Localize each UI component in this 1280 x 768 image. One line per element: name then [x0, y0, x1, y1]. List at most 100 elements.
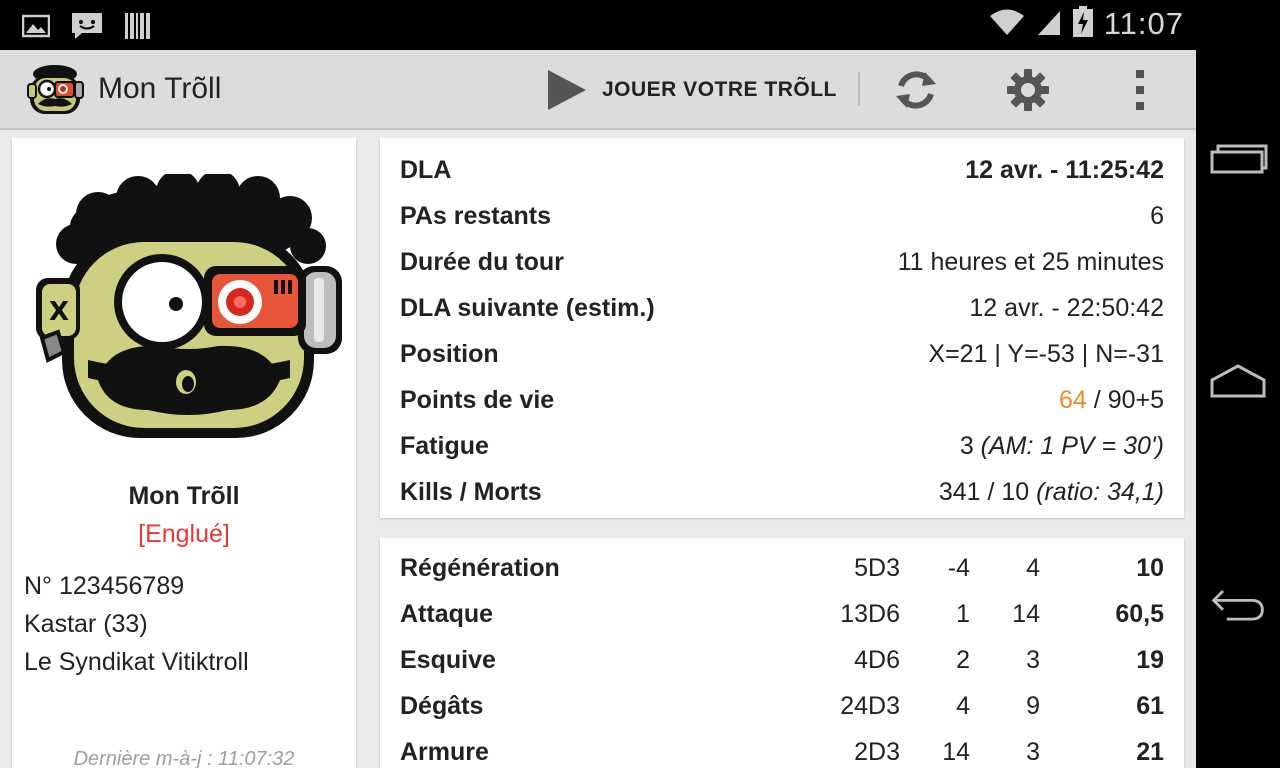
barcode-icon	[124, 11, 152, 45]
stat-label: Esquive	[400, 646, 496, 674]
stat-row-regeneration: Régénération 5D3 -4 4 10	[400, 554, 1164, 600]
stat-total: 19	[1136, 646, 1164, 674]
fatigue-value: 3 (AM: 1 PV = 30')	[960, 432, 1164, 461]
troll-stats-card: Régénération 5D3 -4 4 10 Attaque 13D6 1 …	[380, 538, 1184, 768]
back-icon	[1211, 590, 1264, 621]
kills-number: 341 / 10	[938, 478, 1030, 506]
position-row: Position X=21 | Y=-53 | N=-31	[400, 340, 1164, 386]
stat-bonus-physical: -4	[947, 554, 970, 582]
stat-total: 21	[1136, 738, 1164, 766]
stat-bonus-magical: 9	[1026, 692, 1040, 720]
profile-card: X Mon Trõll [Englué] N° 123456789 Kastar…	[12, 138, 356, 768]
stat-label: Régénération	[400, 554, 560, 582]
kills-label: Kills / Morts	[400, 478, 542, 506]
kills-value: 341 / 10 (ratio: 34,1)	[939, 478, 1164, 507]
settings-gear-icon	[1007, 69, 1049, 111]
home-icon	[1210, 364, 1266, 398]
fatigue-note: (AM: 1 PV = 30')	[980, 432, 1164, 460]
back-button[interactable]	[1208, 586, 1268, 626]
refresh-button[interactable]	[892, 66, 940, 114]
recent-apps-icon	[1210, 144, 1268, 174]
stat-dice: 5D3	[854, 554, 900, 582]
play-troll-button[interactable]: JOUER VOTRE TRÕLL	[546, 68, 837, 112]
gallery-icon	[21, 14, 51, 42]
app-window: Mon Trõll JOUER VOTRE TRÕLL X Mon Trõll …	[0, 50, 1196, 768]
fatigue-number: 3	[959, 432, 974, 460]
stat-bonus-physical: 4	[956, 692, 970, 720]
stat-total: 10	[1136, 554, 1164, 582]
play-troll-label: JOUER VOTRE TRÕLL	[602, 78, 837, 101]
overflow-menu-button[interactable]	[1116, 66, 1164, 114]
recent-apps-button[interactable]	[1208, 140, 1268, 180]
kills-ratio: (ratio: 34,1)	[1036, 478, 1164, 506]
stat-dice: 4D6	[854, 646, 900, 674]
stat-bonus-magical: 14	[1012, 600, 1040, 628]
stat-row-degats: Dégâts 24D3 4 9 61	[400, 692, 1164, 738]
overflow-menu-icon	[1136, 70, 1144, 110]
troll-guild: Le Syndikat Vitiktroll	[24, 648, 249, 676]
pa-row: PAs restants 6	[400, 202, 1164, 248]
duree-label: Durée du tour	[400, 248, 564, 276]
stat-label: Dégâts	[400, 692, 484, 720]
last-update-time: Dernière m-à-j : 11:07:32	[73, 748, 295, 768]
settings-button[interactable]	[1004, 66, 1052, 114]
stat-row-esquive: Esquive 4D6 2 3 19	[400, 646, 1164, 692]
duree-value: 11 heures et 25 minutes	[897, 248, 1164, 276]
system-navigation-bar	[1196, 0, 1280, 768]
dla-next-row: DLA suivante (estim.) 12 avr. - 22:50:42	[400, 294, 1164, 340]
troll-avatar: X	[28, 170, 348, 444]
stat-bonus-physical: 14	[942, 738, 970, 766]
fatigue-label: Fatigue	[400, 432, 489, 460]
play-icon	[548, 70, 586, 110]
stat-dice: 2D3	[854, 738, 900, 766]
dla-next-label: DLA suivante (estim.)	[400, 294, 655, 322]
dla-row: DLA 12 avr. - 11:25:42	[400, 156, 1164, 202]
pv-label: Points de vie	[400, 386, 555, 414]
stat-bonus-physical: 2	[956, 646, 970, 674]
wifi-icon	[988, 7, 1026, 41]
stat-row-armure: Armure 2D3 14 3 21	[400, 738, 1164, 768]
pv-row: Points de vie 64 / 90+5	[400, 386, 1164, 432]
kills-row: Kills / Morts 341 / 10 (ratio: 34,1)	[400, 478, 1164, 524]
pa-value: 6	[1150, 202, 1164, 230]
duree-row: Durée du tour 11 heures et 25 minutes	[400, 248, 1164, 294]
home-button[interactable]	[1208, 362, 1268, 402]
app-title: Mon Trõll	[98, 72, 222, 105]
troll-number: N° 123456789	[24, 572, 185, 600]
stat-label: Armure	[400, 738, 489, 766]
troll-details-card: DLA 12 avr. - 11:25:42 PAs restants 6 Du…	[380, 138, 1184, 518]
troll-status-badge: [Englué]	[138, 520, 230, 548]
clock-time: 11:07	[1103, 6, 1184, 41]
stat-total: 60,5	[1115, 600, 1164, 628]
dla-label: DLA	[400, 156, 452, 184]
pv-max: / 90+5	[1093, 386, 1164, 414]
action-bar: Mon Trõll JOUER VOTRE TRÕLL	[0, 50, 1196, 130]
status-bar: 11:07	[0, 0, 1196, 50]
fatigue-row: Fatigue 3 (AM: 1 PV = 30')	[400, 432, 1164, 478]
battery-charging-icon	[1072, 6, 1094, 42]
signal-icon	[1036, 7, 1062, 41]
position-value: X=21 | Y=-53 | N=-31	[928, 340, 1164, 368]
stat-dice: 24D3	[840, 692, 900, 720]
stat-total: 61	[1136, 692, 1164, 720]
stat-row-attaque: Attaque 13D6 1 14 60,5	[400, 600, 1164, 646]
troll-name: Mon Trõll	[128, 482, 240, 510]
troll-race: Kastar (33)	[24, 610, 148, 638]
stat-bonus-magical: 3	[1026, 646, 1040, 674]
pa-label: PAs restants	[400, 202, 551, 230]
stat-bonus-magical: 3	[1026, 738, 1040, 766]
stat-label: Attaque	[400, 600, 494, 628]
refresh-icon	[896, 71, 936, 109]
dla-value: 12 avr. - 11:25:42	[965, 156, 1164, 184]
stat-bonus-magical: 4	[1026, 554, 1040, 582]
pv-current: 64	[1059, 386, 1087, 414]
chat-icon	[70, 11, 104, 45]
stat-bonus-physical: 1	[956, 600, 970, 628]
dla-next-value: 12 avr. - 22:50:42	[969, 294, 1164, 322]
position-label: Position	[400, 340, 499, 368]
svg-text:X: X	[49, 297, 69, 327]
stat-dice: 13D6	[840, 600, 900, 628]
app-logo-icon[interactable]	[24, 64, 86, 116]
action-bar-divider	[858, 72, 860, 106]
pv-value: 64 / 90+5	[1059, 386, 1164, 415]
